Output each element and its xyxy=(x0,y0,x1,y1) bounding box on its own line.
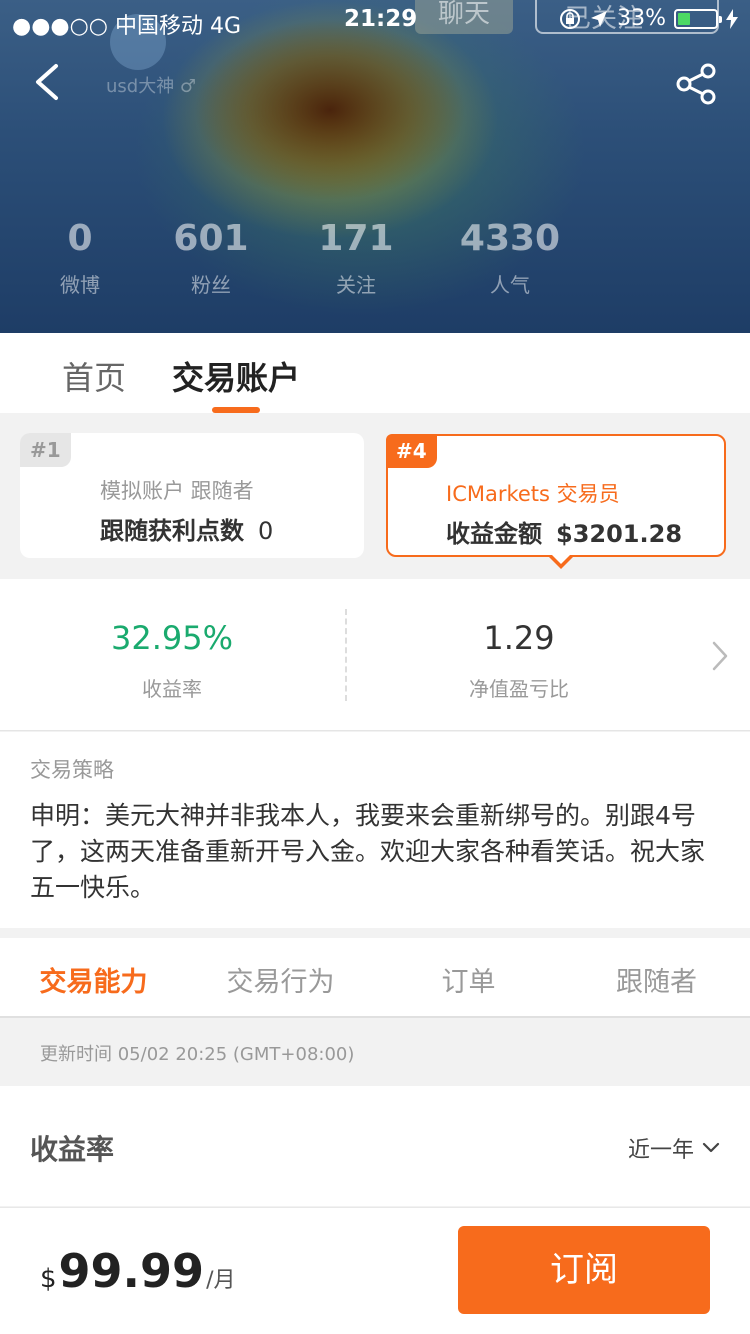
account-cards: #1 模拟账户 跟随者 跟随获利点数 0 #4 ICMarkets 交易员 收益金… xyxy=(0,413,750,579)
account-card-4[interactable]: #4 ICMarkets 交易员 收益金额 $3201.28 xyxy=(386,434,726,557)
account-type: ICMarkets 交易员 xyxy=(446,482,620,506)
tab-trading-behavior[interactable]: 交易行为 xyxy=(187,960,374,999)
account-metric: 收益金额 $3201.28 xyxy=(446,514,682,549)
range-dropdown[interactable]: 近一年 xyxy=(628,1132,720,1164)
battery-icon xyxy=(674,8,722,29)
stat-value: 0 xyxy=(67,218,93,259)
metric-value: 1.29 xyxy=(483,619,555,657)
share-icon[interactable] xyxy=(674,62,718,106)
tab-orders[interactable]: 订单 xyxy=(375,960,562,999)
stat-label: 粉丝 xyxy=(191,273,231,297)
metric-equity-ratio: 1.29 净值盈亏比 xyxy=(369,619,669,702)
status-right: 33% xyxy=(559,6,738,31)
charging-icon xyxy=(726,8,738,29)
status-time: 21:29 xyxy=(344,6,418,32)
price-unit: /月 xyxy=(206,1268,236,1293)
yield-title: 收益率 xyxy=(30,1133,115,1166)
stat-value: 4330 xyxy=(459,218,561,259)
strategy-title: 交易策略 xyxy=(30,758,114,782)
account-badge: #1 xyxy=(20,433,71,467)
chevron-right-icon[interactable] xyxy=(708,639,732,673)
selected-card-pointer xyxy=(548,554,574,569)
stat-label: 微博 xyxy=(60,273,100,297)
username: usd大神 ♂ xyxy=(106,76,197,97)
location-icon xyxy=(591,10,608,27)
subscribe-button[interactable]: 订阅 xyxy=(458,1226,710,1314)
stat-label: 关注 xyxy=(336,273,376,297)
account-metric-value: $3201.28 xyxy=(556,520,683,548)
account-type: 模拟账户 跟随者 xyxy=(100,479,254,503)
profile-tabs: 首页 交易账户 xyxy=(0,333,750,413)
yield-section: 收益率 近一年 xyxy=(0,1086,750,1206)
rotation-lock-icon xyxy=(560,8,581,29)
account-metric-label: 跟随获利点数 xyxy=(100,517,244,545)
account-badge: #4 xyxy=(386,434,437,468)
metric-label: 净值盈亏比 xyxy=(469,677,569,701)
subscription-price: $ 99.99 /月 xyxy=(40,1244,235,1298)
detail-tabs: 交易能力 交易行为 订单 跟随者 xyxy=(0,938,750,1018)
stat-value: 601 xyxy=(173,218,249,259)
tab-home[interactable]: 首页 xyxy=(62,353,126,399)
profile-header: 聊天 已关注 ●●●○○ 中国移动 4G 21:29 33% usd大神 ♂ 0… xyxy=(0,0,750,333)
chevron-down-icon xyxy=(702,1142,720,1153)
tab-followers[interactable]: 跟随者 xyxy=(563,960,750,999)
status-bar: ●●●○○ 中国移动 4G 21:29 33% xyxy=(0,0,750,40)
account-metric-value: 0 xyxy=(258,517,274,545)
subscribe-footer: $ 99.99 /月 订阅 xyxy=(0,1207,750,1334)
metric-return-rate: 32.95% 收益率 xyxy=(22,619,322,702)
tab-trading-account[interactable]: 交易账户 xyxy=(172,353,300,399)
price-currency: $ xyxy=(40,1264,57,1294)
tab-trading-ability[interactable]: 交易能力 xyxy=(0,960,187,999)
metric-value: 32.95% xyxy=(110,619,233,657)
divider xyxy=(345,609,347,701)
price-amount: 99.99 xyxy=(58,1244,205,1298)
account-card-1[interactable]: #1 模拟账户 跟随者 跟随获利点数 0 xyxy=(20,433,364,558)
metric-label: 收益率 xyxy=(142,677,202,701)
battery-percent: 33% xyxy=(617,6,666,31)
update-time: 更新时间 05/02 20:25 (GMT+08:00) xyxy=(40,1044,355,1065)
stat-label: 人气 xyxy=(490,273,530,297)
stat-fans[interactable]: 601 粉丝 xyxy=(141,218,281,298)
update-time-bar: 更新时间 05/02 20:25 (GMT+08:00) xyxy=(0,1020,750,1086)
stat-value: 171 xyxy=(318,218,394,259)
stat-following[interactable]: 171 关注 xyxy=(286,218,426,298)
stat-popularity: 4330 人气 xyxy=(440,218,580,298)
range-label: 近一年 xyxy=(627,1138,694,1163)
performance-metrics[interactable]: 32.95% 收益率 1.29 净值盈亏比 xyxy=(0,579,750,731)
trading-strategy: 交易策略 申明：美元大神并非我本人，我要来会重新绑号的。别跟4号了，这两天准备重… xyxy=(0,732,750,928)
account-metric: 跟随获利点数 0 xyxy=(100,511,273,546)
strategy-text: 申明：美元大神并非我本人，我要来会重新绑号的。别跟4号了，这两天准备重新开号入金… xyxy=(30,801,706,902)
stat-weibo[interactable]: 0 微博 xyxy=(10,218,150,298)
back-arrow-icon[interactable] xyxy=(28,60,68,104)
account-metric-label: 收益金额 xyxy=(446,520,542,548)
signal-carrier: ●●●○○ 中国移动 4G xyxy=(12,14,242,39)
